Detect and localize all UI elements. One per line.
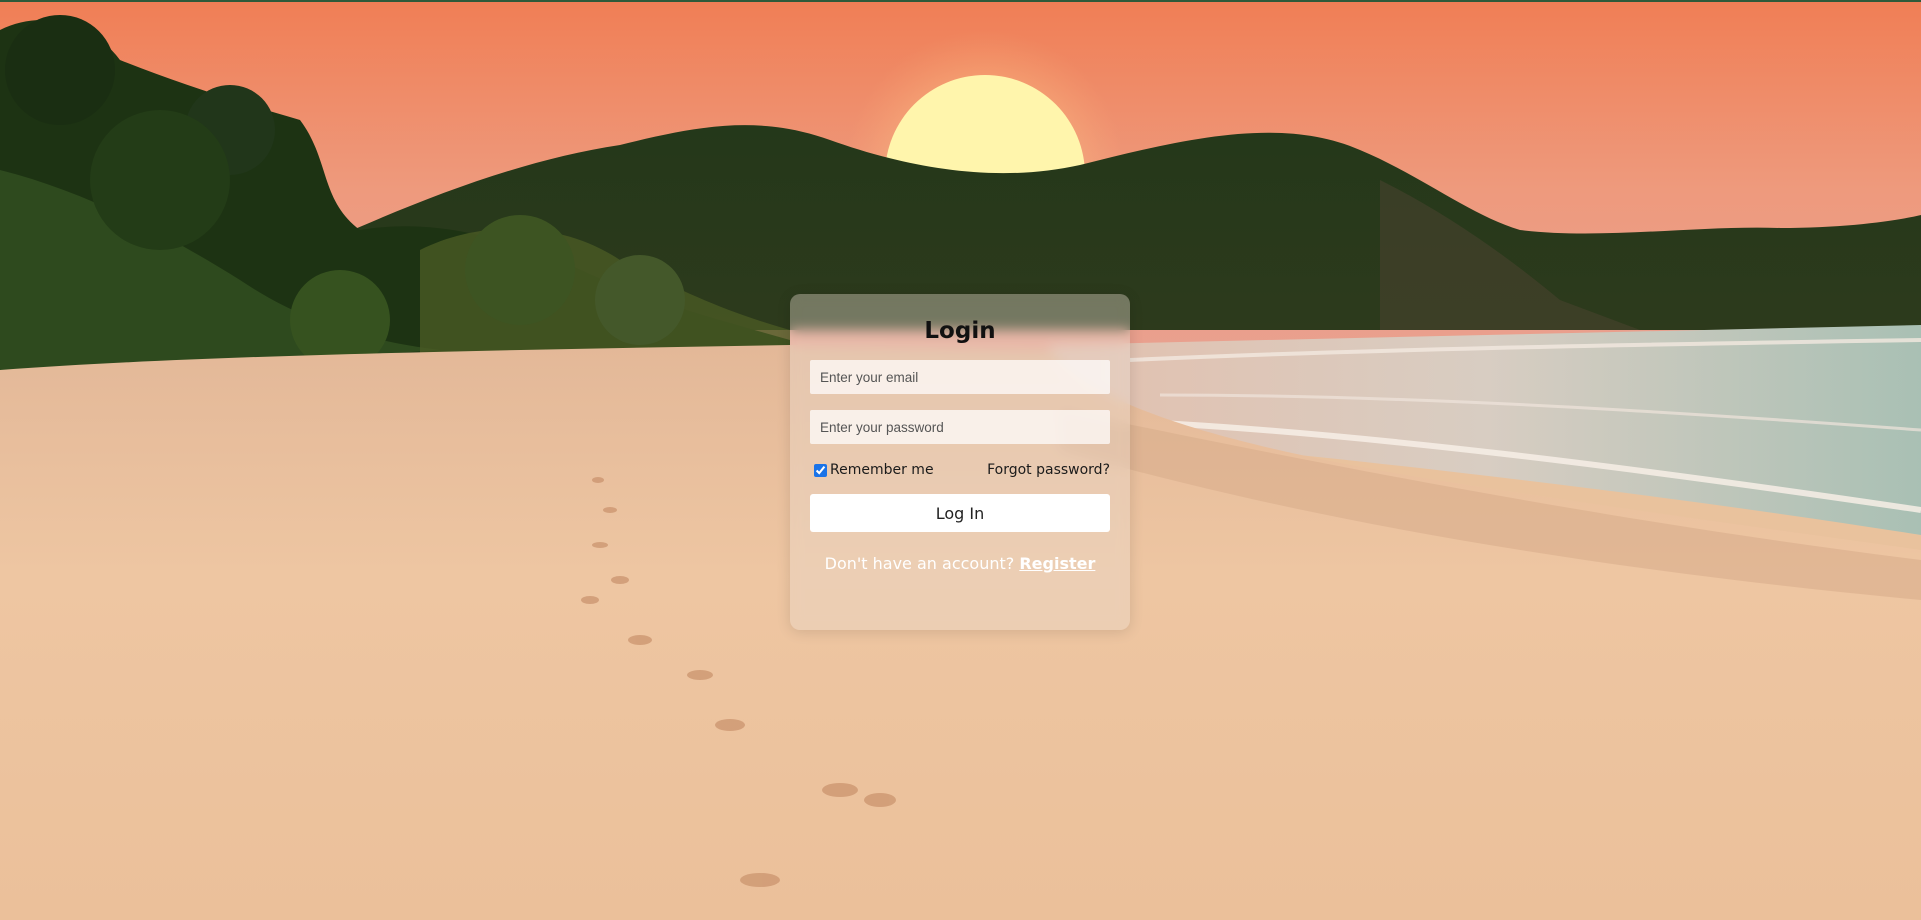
- login-title: Login: [924, 318, 996, 344]
- forgot-password-link[interactable]: Forgot password?: [987, 462, 1110, 478]
- remember-me-label: Remember me: [830, 462, 934, 478]
- register-link[interactable]: Register: [1019, 554, 1095, 573]
- register-prompt: Don't have an account?: [824, 554, 1020, 573]
- email-field[interactable]: [810, 360, 1110, 394]
- login-button[interactable]: Log In: [810, 494, 1110, 532]
- login-options-row: Remember me Forgot password?: [810, 460, 1110, 480]
- remember-me-checkbox[interactable]: [814, 463, 827, 477]
- login-card: Login Remember me Forgot password? Log I…: [790, 294, 1130, 630]
- remember-me[interactable]: Remember me: [810, 462, 934, 478]
- password-field[interactable]: [810, 410, 1110, 444]
- register-row: Don't have an account? Register: [810, 554, 1110, 573]
